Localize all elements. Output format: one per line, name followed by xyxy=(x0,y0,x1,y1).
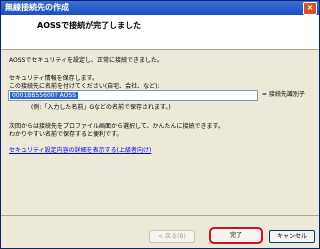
profile-info-text: 次回からは接続先をプロファイル画面から選択して、かんたんに接続できます。 xyxy=(9,123,224,130)
connection-name-input[interactable]: 0001BB55600? AOSS xyxy=(8,90,258,101)
connection-name-value: 0001BB55600? AOSS xyxy=(10,92,79,99)
button-separator xyxy=(1,215,319,216)
dialog-window: 無線接続先の作成 × AOSSで接続が完了しました AOSSでセキュリティを設定… xyxy=(0,0,320,249)
success-message: AOSSでセキュリティを設定し、正常に接続できました。 xyxy=(9,57,163,64)
back-button[interactable]: < 戻る(B) xyxy=(149,230,195,243)
wizard-header: AOSSで接続が完了しました xyxy=(1,15,319,50)
title-bar: 無線接続先の作成 × xyxy=(1,1,319,15)
wizard-body: AOSSでセキュリティを設定し、正常に接続できました。 セキュリティ情報を保存し… xyxy=(1,50,319,215)
security-details-link[interactable]: セキュリティ設定内容の詳細を表示する(上級者向け) xyxy=(9,145,151,154)
page-title: AOSSで接続が完了しました xyxy=(37,21,142,30)
window-title: 無線接続先の作成 xyxy=(5,3,69,12)
cancel-button[interactable]: キャンセル xyxy=(269,230,315,243)
save-message: セキュリティ情報を保存します。 xyxy=(9,75,99,82)
identifier-label: = 接続先識別子 xyxy=(262,91,305,98)
close-icon[interactable]: × xyxy=(303,2,317,15)
example-text: (例:「入力した名前」Gなどの名前で保存されます。) xyxy=(31,104,171,111)
tip-text: わかりやすい名前で保存すると便利です。 xyxy=(9,131,123,138)
finish-button[interactable]: 完了 xyxy=(209,227,263,244)
